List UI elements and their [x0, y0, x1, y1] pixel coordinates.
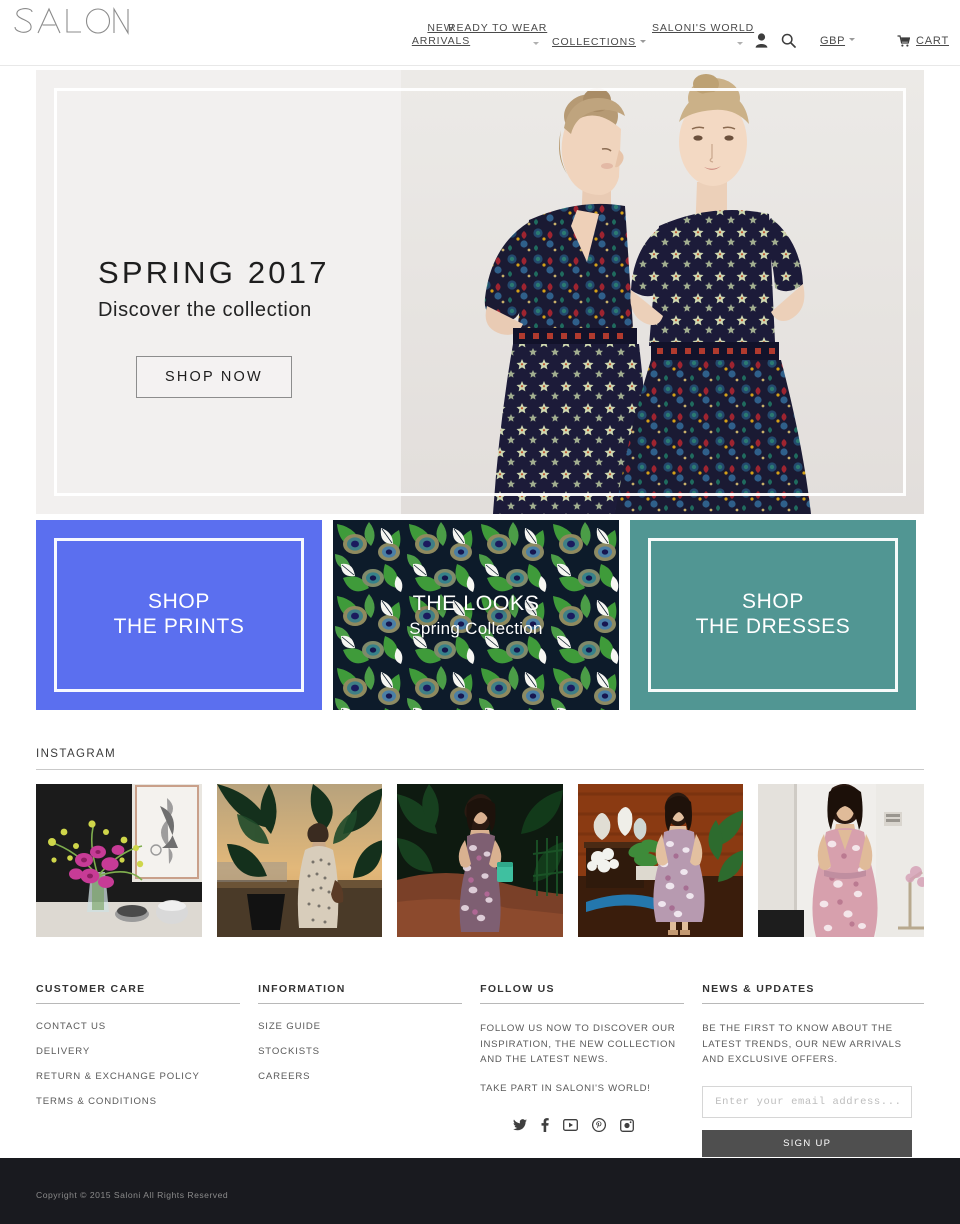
footer-link-size-guide[interactable]: SIZE GUIDE	[258, 1021, 462, 1032]
hero-banner[interactable]: SPRING 2017 Discover the collection SHOP…	[36, 70, 924, 514]
nav-item-salonis-world[interactable]: SALONI'S WORLD	[652, 22, 754, 35]
site-logo[interactable]	[10, 4, 130, 40]
email-signup-input[interactable]	[702, 1085, 913, 1118]
signup-button[interactable]: SIGN UP	[702, 1129, 913, 1157]
promo-line1: SHOP	[148, 590, 210, 614]
footer-column-customer-care: CUSTOMER CARE CONTACT US DELIVERY RETURN…	[36, 983, 258, 1157]
footer-link-return-exchange-policy[interactable]: RETURN & EXCHANGE POLICY	[36, 1071, 240, 1082]
footer-heading: FOLLOW US	[480, 983, 685, 1004]
woman-pink-floral-dress-studio-photo	[758, 784, 924, 937]
chevron-down-icon-collections	[640, 39, 646, 43]
cart-icon	[897, 34, 911, 47]
instagram-link[interactable]	[619, 1118, 634, 1132]
hero-copy: SPRING 2017 Discover the collection SHOP…	[98, 255, 330, 398]
instagram-tile[interactable]	[36, 784, 202, 937]
search-icon	[781, 33, 796, 48]
promo-line2: THE DRESSES	[695, 615, 851, 638]
cart-button[interactable]: CART	[897, 35, 949, 47]
instagram-tile[interactable]	[758, 784, 924, 937]
footer-column-information: INFORMATION SIZE GUIDE STOCKISTS CAREERS	[258, 983, 480, 1157]
promo-label: SHOP THE PRINTS	[36, 520, 322, 710]
account-icon-button[interactable]	[750, 33, 772, 48]
promo-line2: Spring Collection	[409, 618, 543, 638]
main-navigation: NEW ARRIVALS READY TO WEAR COLLECTIONS S…	[400, 0, 952, 66]
footer-link-contact-us[interactable]: CONTACT US	[36, 1021, 240, 1032]
footer-heading: CUSTOMER CARE	[36, 983, 241, 1004]
twitter-icon	[512, 1119, 527, 1131]
two-models-floral-dresses-illustration	[401, 70, 924, 514]
promo-tile-the-looks[interactable]: THE LOOKS Spring Collection	[333, 520, 619, 710]
promo-label: SHOP THE DRESSES	[630, 520, 916, 710]
instagram-grid	[36, 784, 924, 937]
orchids-in-vase-photo	[36, 784, 202, 937]
copyright-bar: Copyright © 2015 Saloni All Rights Reser…	[0, 1158, 960, 1224]
promo-line1: SHOP	[742, 590, 804, 614]
footer-column-news-updates: NEWS & UPDATES BE THE FIRST TO KNOW ABOU…	[702, 983, 924, 1157]
pinterest-icon	[591, 1118, 606, 1133]
nav-item-ready-to-wear[interactable]: READY TO WEAR	[448, 22, 547, 35]
footer-link-stockists[interactable]: STOCKISTS	[258, 1046, 462, 1057]
footer-link-terms-conditions[interactable]: TERMS & CONDITIONS	[36, 1096, 240, 1107]
currency-value: GBP	[820, 34, 846, 47]
promo-label: THE LOOKS Spring Collection	[333, 520, 619, 710]
cart-label: CART	[916, 34, 949, 47]
woman-floral-dress-garden-path-photo	[397, 784, 563, 937]
woman-floral-dress-talkshow-photo	[577, 784, 744, 937]
user-icon	[755, 33, 767, 48]
hero-image	[401, 70, 924, 514]
footer-heading: INFORMATION	[258, 983, 463, 1004]
search-icon-button[interactable]	[774, 33, 802, 48]
news-updates-text: BE THE FIRST TO KNOW ABOUT THE LATEST TR…	[702, 1023, 902, 1066]
site-header: NEW ARRIVALS READY TO WEAR COLLECTIONS S…	[0, 0, 960, 66]
saloni-wordmark-icon	[14, 6, 129, 36]
twitter-link[interactable]	[512, 1118, 527, 1132]
follow-us-text-primary: FOLLOW US NOW TO DISCOVER OUR INSPIRATIO…	[480, 1023, 676, 1066]
facebook-icon	[541, 1118, 549, 1133]
youtube-link[interactable]	[562, 1118, 578, 1132]
woman-on-terrace-sunset-photo	[216, 784, 383, 937]
instagram-tile[interactable]	[397, 784, 563, 937]
nav-label: SALONI'S WORLD	[652, 22, 755, 34]
instagram-icon	[619, 1118, 634, 1132]
instagram-tile[interactable]	[577, 784, 744, 937]
youtube-icon	[562, 1119, 578, 1132]
shop-now-button[interactable]: SHOP NOW	[136, 356, 292, 398]
instagram-tile[interactable]	[216, 784, 383, 937]
promo-line1: THE LOOKS	[412, 591, 540, 616]
nav-label: READY TO WEAR	[448, 22, 548, 34]
facebook-link[interactable]	[541, 1118, 549, 1133]
currency-selector[interactable]: GBP	[820, 34, 856, 47]
nav-label: COLLECTIONS	[552, 36, 636, 48]
promo-tile-shop-the-dresses[interactable]: SHOP THE DRESSES	[630, 520, 916, 710]
chevron-down-icon-salonis-world[interactable]	[737, 42, 743, 45]
promo-line2: THE PRINTS	[113, 615, 245, 638]
social-links	[480, 1118, 684, 1133]
promo-tiles: SHOP THE PRINTS THE LOOKS Spring Collect…	[36, 520, 924, 710]
footer-heading: NEWS & UPDATES	[702, 983, 924, 1004]
instagram-heading: INSTAGRAM	[36, 748, 924, 770]
chevron-down-icon-ready-to-wear[interactable]	[533, 42, 539, 45]
nav-item-collections[interactable]: COLLECTIONS	[552, 36, 646, 49]
instagram-section: INSTAGRAM	[36, 748, 924, 937]
site-footer: CUSTOMER CARE CONTACT US DELIVERY RETURN…	[36, 983, 924, 1157]
header-utility-icons: GBP CART	[750, 33, 949, 48]
follow-us-text-secondary: TAKE PART IN SALONI'S WORLD!	[480, 1082, 651, 1094]
footer-column-follow-us: FOLLOW US FOLLOW US NOW TO DISCOVER OUR …	[480, 983, 702, 1157]
promo-tile-shop-the-prints[interactable]: SHOP THE PRINTS	[36, 520, 322, 710]
hero-title: SPRING 2017	[98, 255, 330, 290]
footer-link-careers[interactable]: CAREERS	[258, 1071, 462, 1082]
pinterest-link[interactable]	[591, 1118, 606, 1133]
nav-label-line2: ARRIVALS	[411, 35, 471, 47]
chevron-down-icon-currency	[849, 38, 856, 42]
footer-link-delivery[interactable]: DELIVERY	[36, 1046, 240, 1057]
copyright-text: Copyright © 2015 Saloni All Rights Reser…	[36, 1190, 229, 1200]
hero-subtitle: Discover the collection	[98, 299, 312, 321]
